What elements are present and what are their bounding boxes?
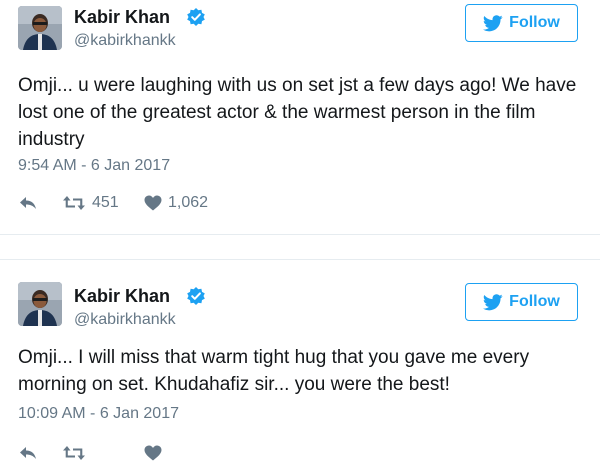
tweet-text: Omji... u were laughing with us on set j…: [18, 75, 577, 150]
reply-icon: [20, 447, 36, 459]
tweet-timestamp[interactable]: 10:09 AM - 6 Jan 2017: [18, 405, 179, 423]
verified-badge-icon: [187, 8, 205, 26]
follow-button[interactable]: Follow: [465, 4, 578, 42]
reply-button[interactable]: [18, 195, 62, 211]
like-button[interactable]: [144, 445, 168, 461]
tweet-text: Omji... I will miss that warm tight hug …: [18, 347, 530, 395]
display-name[interactable]: Kabir Khan: [74, 286, 170, 307]
follow-label: Follow: [509, 14, 560, 31]
twitter-bird-icon: [483, 293, 503, 310]
avatar[interactable]: [18, 6, 62, 50]
retweet-count: 451: [92, 194, 119, 211]
twitter-bird-icon: [483, 14, 503, 31]
reply-button[interactable]: [18, 445, 62, 461]
retweet-icon: [63, 196, 85, 210]
display-name[interactable]: Kabir Khan: [74, 7, 170, 28]
avatar[interactable]: [18, 282, 62, 326]
tweet-actions: [18, 443, 168, 463]
tweet-actions: 451 1,062: [18, 193, 208, 213]
reply-icon: [20, 197, 36, 209]
like-button[interactable]: 1,062: [144, 194, 208, 212]
retweet-button[interactable]: [62, 445, 144, 461]
retweet-button[interactable]: 451: [62, 194, 144, 212]
verified-badge-icon: [187, 287, 205, 305]
avatar-photo: [18, 282, 62, 326]
retweet-icon: [63, 446, 85, 460]
follow-label: Follow: [509, 293, 560, 310]
heart-icon: [144, 195, 162, 211]
heart-icon: [144, 445, 162, 461]
tweet-timestamp[interactable]: 9:54 AM - 6 Jan 2017: [18, 157, 170, 175]
divider: [0, 234, 600, 235]
avatar-photo: [18, 6, 62, 50]
username-handle[interactable]: @kabirkhankk: [74, 32, 176, 50]
tweet-card: Kabir Khan @kabirkhankk Follow Omji... I…: [0, 260, 600, 461]
like-count: 1,062: [168, 194, 209, 211]
follow-button[interactable]: Follow: [465, 283, 578, 321]
username-handle[interactable]: @kabirkhankk: [74, 311, 176, 329]
tweet-card: Kabir Khan @kabirkhankk Follow Omji... u…: [0, 0, 600, 234]
